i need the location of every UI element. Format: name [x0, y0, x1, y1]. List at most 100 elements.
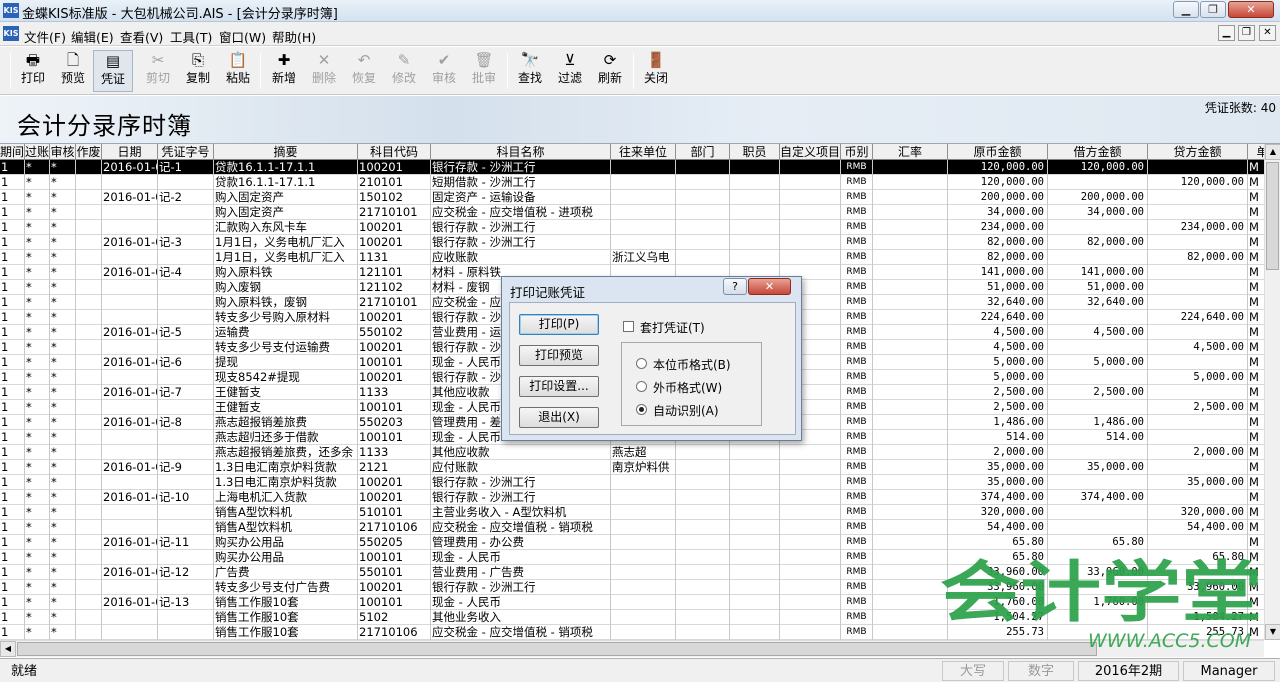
menu-tools[interactable]: 工具(T): [170, 27, 212, 46]
column-header-account-code[interactable]: 科目代码: [358, 144, 431, 160]
cell-posted: *: [25, 325, 50, 340]
table-row[interactable]: 1 * * 2016-01-0 记-9 1.3日电汇南京炉料货款 2121 应付账款 南京炉料供…: [0, 460, 1264, 475]
column-header-debit-amount[interactable]: 借方金额: [1048, 144, 1148, 160]
column-header-currency[interactable]: 币别: [841, 144, 873, 160]
menu-window[interactable]: 窗口(W): [219, 27, 266, 46]
horizontal-scrollbar[interactable]: ◀: [0, 640, 1264, 657]
print-button[interactable]: 🖶 打印: [13, 50, 53, 92]
scroll-up-icon[interactable]: ▲: [1265, 144, 1280, 160]
print-button-dialog[interactable]: 打印(P): [519, 314, 599, 335]
minimize-icon[interactable]: ▁: [1173, 1, 1199, 18]
column-header-posted[interactable]: 过账: [25, 144, 50, 160]
table-row[interactable]: 1 * * 销售工作服10套 21710106 应交税金 - 应交增值税 - 销项税 RMB…: [0, 625, 1264, 640]
table-row[interactable]: 1 * * 2016-01-0 记-11 购买办公用品 550205 管理费用 - 办公费 RM…: [0, 535, 1264, 550]
cell-voided: [76, 415, 102, 430]
menu-help[interactable]: 帮助(H): [272, 27, 316, 46]
table-row[interactable]: 1 * * 汇款购入东风卡车 100201 银行存款 - 沙洲工行 RMB 234,000.0…: [0, 220, 1264, 235]
filter-button[interactable]: ⊻ 过滤: [550, 50, 590, 92]
new-button[interactable]: ✚ 新增: [264, 50, 304, 92]
preview-button[interactable]: 🗋 预览: [53, 50, 93, 92]
table-row[interactable]: 1 * * 购入固定资产 21710101 应交税金 - 应交增值税 - 进项税 RMB 34…: [0, 205, 1264, 220]
voucher-button[interactable]: ▤ 凭证: [93, 50, 133, 92]
overprint-checkbox[interactable]: [623, 321, 634, 332]
edit-button[interactable]: ✎ 修改: [384, 50, 424, 92]
close-icon[interactable]: ✕: [1228, 1, 1274, 18]
cell-audited: *: [50, 205, 76, 220]
table-row[interactable]: 1 * * 销售工作服10套 5102 其他业务收入 RMB 1,504.27 1,504.27…: [0, 610, 1264, 625]
table-row[interactable]: 1 * * 2016-01-0 记-1 贷款16.1.1-17.1.1 100201 银行存款…: [0, 160, 1264, 175]
menu-view[interactable]: 查看(V): [120, 27, 163, 46]
table-row[interactable]: 1 * * 转支多少号支付广告费 100201 银行存款 - 沙洲工行 RMB 33,960.…: [0, 580, 1264, 595]
child-minimize-icon[interactable]: ▁: [1218, 25, 1235, 41]
table-row[interactable]: 1 * * 销售A型饮料机 21710106 应交税金 - 应交增值税 - 销项税 RMB 5…: [0, 520, 1264, 535]
cell-partner: 浙江义乌电: [611, 250, 676, 265]
print-settings-button[interactable]: 打印设置...: [519, 376, 599, 397]
auto-detect-radio[interactable]: [636, 404, 647, 415]
audit-button[interactable]: ✔ 审核: [424, 50, 464, 92]
exit-button[interactable]: 退出(X): [519, 407, 599, 428]
column-header-partner[interactable]: 往来单位: [611, 144, 676, 160]
hscroll-thumb[interactable]: [17, 642, 1097, 656]
scroll-down-icon[interactable]: ▼: [1265, 624, 1280, 640]
column-header-account-name[interactable]: 科目名称: [431, 144, 611, 160]
print-preview-button[interactable]: 打印预览: [519, 345, 599, 366]
table-row[interactable]: 1 * * 贷款16.1.1-17.1.1 210101 短期借款 - 沙洲工行 RMB 12…: [0, 175, 1264, 190]
cell-voided: [76, 310, 102, 325]
table-row[interactable]: 1 * * 2016-01-0 记-13 销售工作服10套 100101 现金 - 人民币 RM…: [0, 595, 1264, 610]
cell-account-code: 510101: [358, 505, 431, 520]
column-header-rate[interactable]: 汇率: [873, 144, 948, 160]
child-restore-icon[interactable]: ❐: [1238, 25, 1255, 41]
refresh-button[interactable]: ⟳ 刷新: [590, 50, 630, 92]
cut-icon: ✂: [151, 51, 165, 69]
restore-icon[interactable]: ❐: [1200, 1, 1226, 18]
cell-debit-amount: 34,000.00: [1048, 205, 1148, 220]
column-header-credit-amount[interactable]: 贷方金额: [1148, 144, 1248, 160]
scroll-left-icon[interactable]: ◀: [0, 641, 16, 657]
cell-summary: 燕志超报销差旅费: [214, 415, 358, 430]
column-header-date[interactable]: 日期: [102, 144, 158, 160]
cell-department: [676, 160, 730, 175]
cut-button[interactable]: ✂ 剪切: [138, 50, 178, 92]
column-header-unit[interactable]: 单: [1248, 144, 1264, 160]
table-row[interactable]: 1 * * 2016-01-0 记-3 1月1日，义务电机厂汇入 100201 银行存款 - …: [0, 235, 1264, 250]
delete-button[interactable]: ✕ 删除: [304, 50, 344, 92]
column-header-audited[interactable]: 审核: [50, 144, 76, 160]
column-header-department[interactable]: 部门: [676, 144, 730, 160]
cell-account-code: 550203: [358, 415, 431, 430]
cell-account-code: 2121: [358, 460, 431, 475]
table-row[interactable]: 1 * * 2016-01-0 记-12 广告费 550101 营业费用 - 广告费 RMB 33…: [0, 565, 1264, 580]
cell-voucher-no: 记-12: [158, 565, 214, 580]
column-header-summary[interactable]: 摘要: [214, 144, 358, 160]
dialog-close-icon[interactable]: ✕: [748, 278, 791, 295]
menu-edit[interactable]: 编辑(E): [71, 27, 114, 46]
cell-voucher-no: 记-4: [158, 265, 214, 280]
column-header-voucher-no[interactable]: 凭证字号: [158, 144, 214, 160]
paste-button[interactable]: 📋 粘贴: [218, 50, 258, 92]
table-row[interactable]: 1 * * 销售A型饮料机 510101 主营业务收入 - A型饮料机 RMB 320,000…: [0, 505, 1264, 520]
document-icon[interactable]: KIS: [3, 26, 19, 41]
find-button[interactable]: 🔭 查找: [510, 50, 550, 92]
batch-audit-button[interactable]: 🗑 批审: [464, 50, 504, 92]
menu-file[interactable]: 文件(F): [24, 27, 66, 46]
vertical-scrollbar[interactable]: ▲ ▼: [1264, 144, 1280, 640]
child-close-icon[interactable]: ✕: [1259, 25, 1276, 41]
column-header-original-amount[interactable]: 原币金额: [948, 144, 1048, 160]
scroll-thumb[interactable]: [1266, 162, 1279, 270]
table-row[interactable]: 1 * * 2016-01-0 记-10 上海电机汇入货款 100201 银行存款 - 沙洲工…: [0, 490, 1264, 505]
cell-unit: M: [1248, 625, 1264, 640]
base-currency-radio[interactable]: [636, 358, 647, 369]
table-row[interactable]: 1 * * 1.3日电汇南京炉料货款 100201 银行存款 - 沙洲工行 RMB 35,00…: [0, 475, 1264, 490]
column-header-period[interactable]: 期间: [0, 144, 25, 160]
table-row[interactable]: 1 * * 2016-01-0 记-2 购入固定资产 150102 固定资产 - 运输设备 RM…: [0, 190, 1264, 205]
table-row[interactable]: 1 * * 燕志超报销差旅费，还多余 1133 其他应收款 燕志超 RMB 2,000.00 2,…: [0, 445, 1264, 460]
undo-button[interactable]: ↶ 恢复: [344, 50, 384, 92]
copy-button[interactable]: ⎘ 复制: [178, 50, 218, 92]
close-button[interactable]: 🚪 关闭: [636, 50, 676, 92]
column-header-custom-item[interactable]: 自定义项目: [780, 144, 841, 160]
column-header-employee[interactable]: 职员: [730, 144, 780, 160]
help-icon[interactable]: ?: [723, 278, 747, 295]
table-row[interactable]: 1 * * 1月1日，义务电机厂汇入 1131 应收账款 浙江义乌电 RMB 82,000.00…: [0, 250, 1264, 265]
foreign-currency-radio[interactable]: [636, 381, 647, 392]
column-header-voided[interactable]: 作废: [76, 144, 102, 160]
table-row[interactable]: 1 * * 购买办公用品 100101 现金 - 人民币 RMB 65.80 65.80 M: [0, 550, 1264, 565]
